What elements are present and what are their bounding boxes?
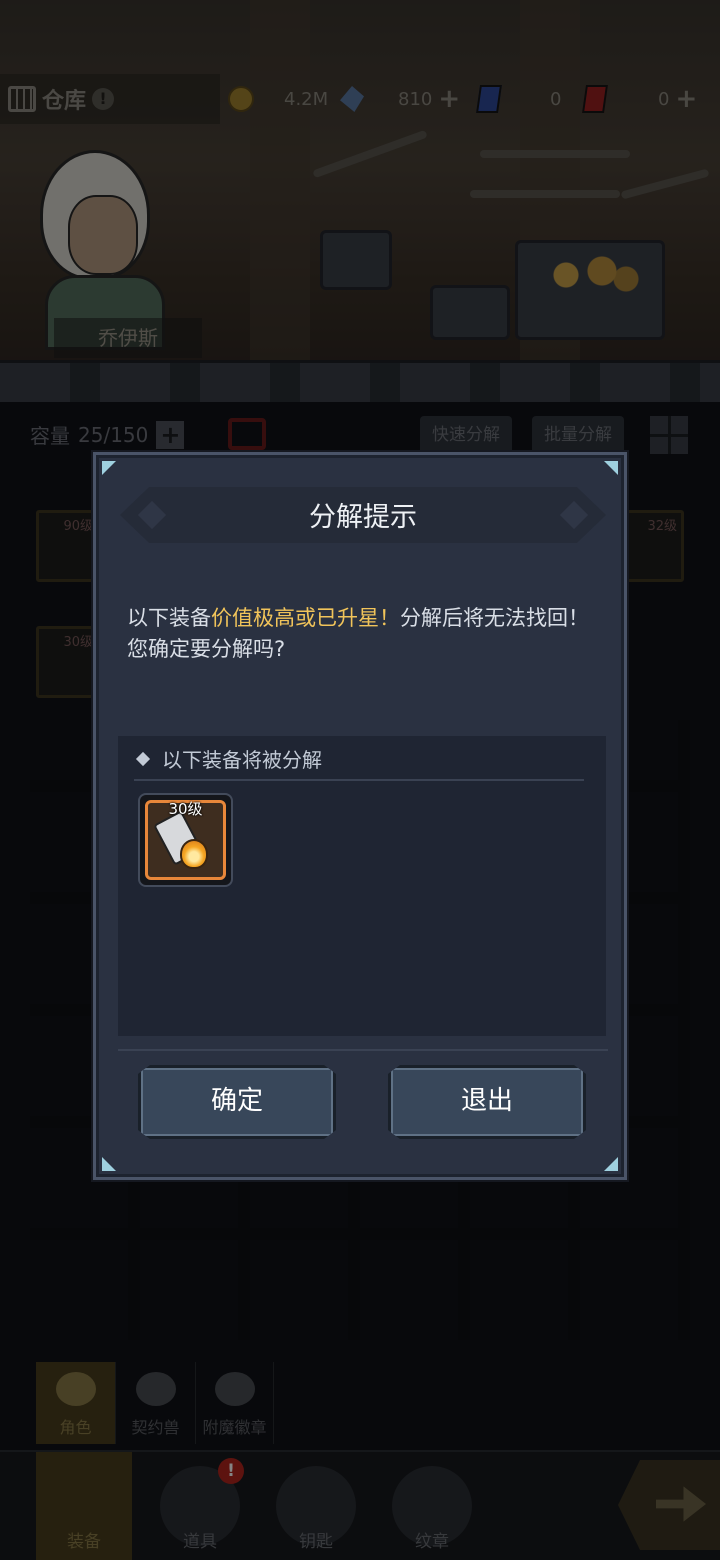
confirm-button[interactable]: 确定 <box>138 1065 336 1139</box>
divider <box>134 779 584 781</box>
dialog-title: 分解提示 <box>309 502 417 533</box>
decompose-confirm-dialog: 分解提示 以下装备价值极高或已升星！分解后将无法找回！您确定要分解吗? 以下装备… <box>93 452 627 1180</box>
message-text: 以下装备 <box>127 606 211 630</box>
corner-ornament <box>102 1157 116 1171</box>
corner-ornament <box>102 461 116 475</box>
equipment-item[interactable]: 30级 <box>138 793 233 887</box>
corner-ornament <box>604 461 618 475</box>
exit-button[interactable]: 退出 <box>388 1065 586 1139</box>
message-highlight: 价值极高或已升星！ <box>211 606 400 630</box>
diamond-bullet-icon <box>135 751 151 766</box>
list-header: 以下装备将被分解 <box>135 744 322 773</box>
list-header-label: 以下装备将被分解 <box>162 748 322 772</box>
warning-message: 以下装备价值极高或已升星！分解后将无法找回！您确定要分解吗? <box>127 603 597 665</box>
corner-ornament <box>604 1157 618 1171</box>
flame-icon <box>180 839 208 869</box>
items-to-decompose-panel: 以下装备将被分解 30级 <box>118 736 606 1036</box>
item-level: 30级 <box>168 800 203 818</box>
divider <box>118 1049 608 1051</box>
